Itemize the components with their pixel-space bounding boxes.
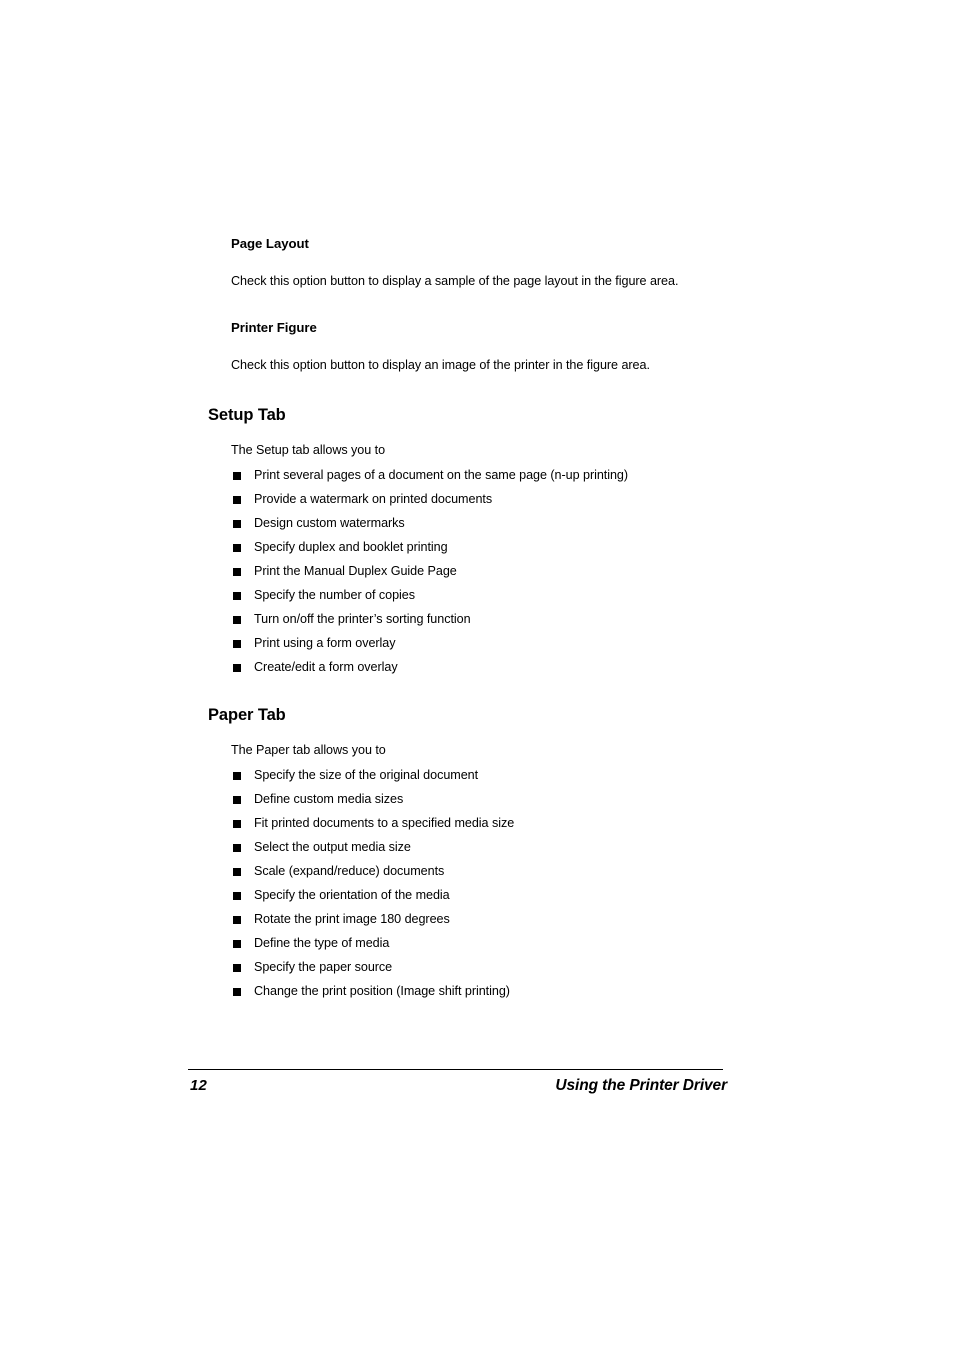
page-content: Page Layout Check this option button to … [188,236,748,1007]
document-page: Page Layout Check this option button to … [0,0,954,1351]
list-item: Print several pages of a document on the… [188,467,748,491]
list-item-label: Select the output media size [254,840,411,855]
list-item: Print the Manual Duplex Guide Page [188,563,748,587]
paragraph-printer-figure: Check this option button to display an i… [231,357,650,372]
list-item: Fit printed documents to a specified med… [188,815,748,839]
list-item-label: Scale (expand/reduce) documents [254,864,445,879]
list-item-label: Turn on/off the printer’s sorting functi… [254,612,471,627]
list-item: Specify the paper source [188,959,748,983]
list-item-label: Change the print position (Image shift p… [254,984,510,999]
square-bullet-icon [233,868,241,876]
list-item-label: Specify the orientation of the media [254,888,450,903]
list-item: Turn on/off the printer’s sorting functi… [188,611,748,635]
list-item: Specify the orientation of the media [188,887,748,911]
page-footer: 12 Using the Printer Driver [188,1069,727,1107]
square-bullet-icon [233,796,241,804]
square-bullet-icon [233,916,241,924]
square-bullet-icon [233,772,241,780]
square-bullet-icon [233,592,241,600]
list-item-label: Specify the size of the original documen… [254,768,479,783]
list-item-label: Print the Manual Duplex Guide Page [254,564,457,579]
list-item: Select the output media size [188,839,748,863]
intro-setup-tab: The Setup tab allows you to [231,442,386,457]
list-item-label: Rotate the print image 180 degrees [254,912,450,927]
square-bullet-icon [233,472,241,480]
section-paper-tab: Paper Tab The Paper tab allows you to Sp… [188,705,748,1007]
square-bullet-icon [233,568,241,576]
list-item-label: Print using a form overlay [254,636,396,651]
footer-divider [188,1069,723,1070]
square-bullet-icon [233,844,241,852]
list-item: Define custom media sizes [188,791,748,815]
list-item-label: Provide a watermark on printed documents [254,492,493,507]
heading-printer-figure: Printer Figure [231,320,317,335]
square-bullet-icon [233,820,241,828]
heading-setup-tab: Setup Tab [208,406,286,424]
square-bullet-icon [233,544,241,552]
list-item: Specify the number of copies [188,587,748,611]
list-item: Specify the size of the original documen… [188,767,748,791]
list-item-label: Specify duplex and booklet printing [254,540,448,555]
square-bullet-icon [233,496,241,504]
heading-paper-tab: Paper Tab [208,706,286,725]
square-bullet-icon [233,664,241,672]
section-printer-figure: Printer Figure Check this option button … [188,320,748,374]
footer-row: 12 Using the Printer Driver [188,1077,727,1107]
list-item: Scale (expand/reduce) documents [188,863,748,887]
list-item-label: Fit printed documents to a specified med… [254,816,515,831]
square-bullet-icon [233,988,241,996]
square-bullet-icon [233,616,241,624]
heading-page-layout: Page Layout [231,236,309,251]
section-setup-tab: Setup Tab The Setup tab allows you to Pr… [188,405,748,683]
square-bullet-icon [233,640,241,648]
list-item-label: Print several pages of a document on the… [254,468,629,483]
list-item-label: Specify the paper source [254,960,393,975]
square-bullet-icon [233,964,241,972]
section-page-layout: Page Layout Check this option button to … [188,236,748,290]
square-bullet-icon [233,892,241,900]
list-item-label: Create/edit a form overlay [254,660,398,675]
square-bullet-icon [233,940,241,948]
list-item-label: Specify the number of copies [254,588,416,603]
list-item: Provide a watermark on printed documents [188,491,748,515]
bullet-list-paper-tab: Specify the size of the original documen… [188,767,748,1007]
footer-running-title: Using the Printer Driver [555,1077,727,1094]
list-item: Define the type of media [188,935,748,959]
bullet-list-setup-tab: Print several pages of a document on the… [188,467,748,683]
list-item-label: Define the type of media [254,936,390,951]
square-bullet-icon [233,520,241,528]
footer-page-number: 12 [190,1077,208,1094]
intro-paper-tab: The Paper tab allows you to [231,742,386,757]
list-item-label: Define custom media sizes [254,792,404,807]
list-item: Create/edit a form overlay [188,659,748,683]
list-item: Design custom watermarks [188,515,748,539]
list-item-label: Design custom watermarks [254,516,405,531]
list-item: Specify duplex and booklet printing [188,539,748,563]
list-item: Print using a form overlay [188,635,748,659]
paragraph-page-layout: Check this option button to display a sa… [231,273,679,288]
list-item: Rotate the print image 180 degrees [188,911,748,935]
list-item: Change the print position (Image shift p… [188,983,748,1007]
